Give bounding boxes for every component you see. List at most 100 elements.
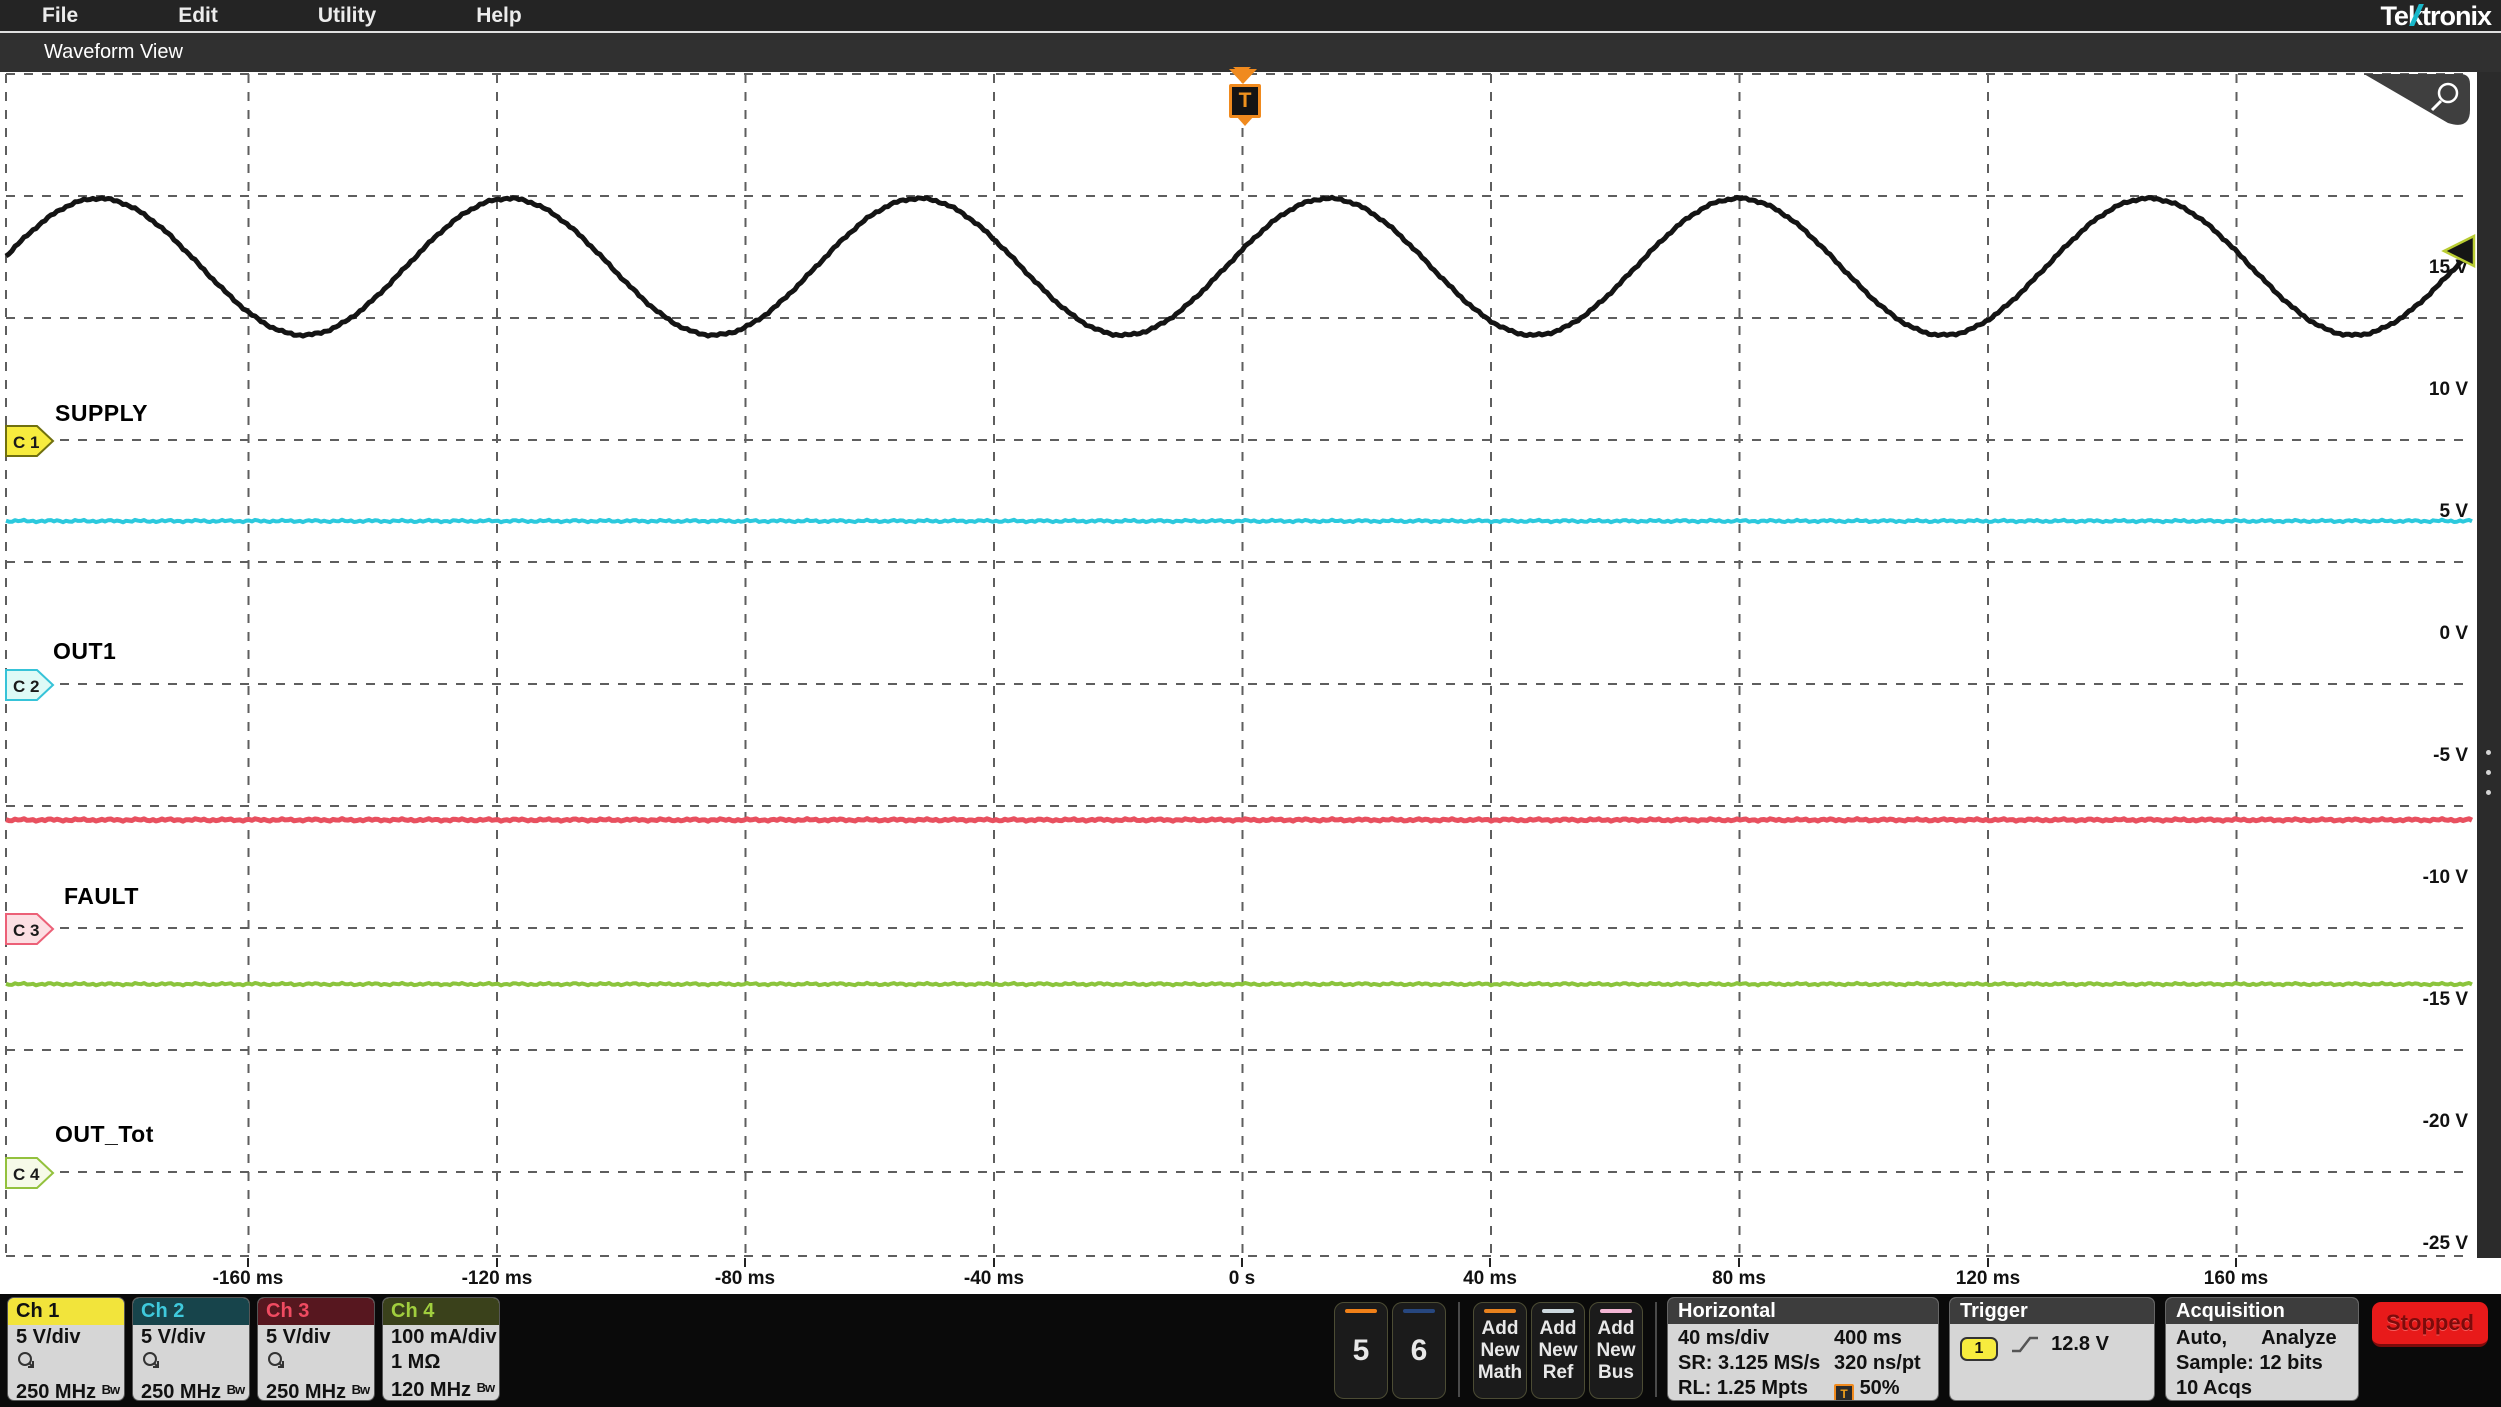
- menu-utility[interactable]: Utility: [318, 4, 376, 28]
- acquisition-mode: Auto,: [2176, 1327, 2228, 1349]
- sample-rate: SR: 3.125 MS/s: [1678, 1352, 1821, 1374]
- timebase-value: 40 ms/div: [1678, 1327, 1770, 1349]
- menu-bar: File Edit Utility Help Tektronix: [0, 0, 2501, 31]
- ch4-badge[interactable]: Ch 4 100 mA/div 1 MΩ 120 MHz Bw: [383, 1298, 499, 1400]
- svg-text:C 4: C 4: [13, 1165, 40, 1184]
- ch3-badge[interactable]: Ch 3 5 V/div 250 MHz Bw: [258, 1298, 374, 1400]
- scale-label-n20v: -20 V: [2422, 1111, 2468, 1132]
- slot-6-button[interactable]: 6: [1392, 1302, 1446, 1399]
- bw-limit-icon: Bw: [226, 1382, 245, 1397]
- trigger-level-arrow-icon[interactable]: [2441, 233, 2477, 269]
- ch4-bandwidth: 120 MHz: [391, 1379, 472, 1400]
- probe-icon: [258, 1350, 374, 1377]
- ch2-position-marker[interactable]: C 2: [4, 668, 56, 702]
- ch4-scale: 100 mA/div: [391, 1326, 497, 1348]
- ch1-badge[interactable]: Ch 1 5 V/div 250 MHz Bw: [8, 1298, 124, 1400]
- divider: [1458, 1302, 1460, 1397]
- acquisition-panel-title: Acquisition: [2166, 1298, 2358, 1324]
- ch3-position-marker[interactable]: C 3: [4, 912, 56, 946]
- run-stop-status-button[interactable]: Stopped: [2372, 1302, 2488, 1347]
- time-tick: [744, 1258, 746, 1267]
- ch2-badge-header: Ch 2: [133, 1298, 249, 1325]
- time-label: -160 ms: [212, 1268, 284, 1289]
- horizontal-panel[interactable]: Horizontal 40 ms/div 400 ms SR: 3.125 MS/…: [1668, 1298, 1938, 1400]
- add-new-math-button[interactable]: Add New Math: [1473, 1302, 1527, 1399]
- menu-file[interactable]: File: [42, 4, 78, 28]
- ch1-bandwidth: 250 MHz: [16, 1381, 97, 1400]
- time-label: -40 ms: [963, 1268, 1025, 1289]
- svg-text:C 1: C 1: [13, 433, 39, 452]
- trigger-marker-tail: [1236, 116, 1254, 126]
- add-new-bus-button[interactable]: Add New Bus: [1589, 1302, 1643, 1399]
- ch4-waveform-label[interactable]: OUT_Tot: [55, 1121, 154, 1148]
- scale-label-n10v: -10 V: [2422, 867, 2468, 888]
- trigger-source-badge: 1: [1960, 1337, 1998, 1361]
- bottom-settings-bar: Ch 1 5 V/div 250 MHz Bw Ch 2 5 V/div 250…: [0, 1294, 2501, 1407]
- time-label: 0 s: [1228, 1268, 1256, 1289]
- slot-5-button[interactable]: 5: [1334, 1302, 1388, 1399]
- acquisition-count: 10 Acqs: [2176, 1377, 2252, 1399]
- record-duration: 400 ms: [1834, 1327, 1902, 1349]
- time-tick: [1738, 1258, 1740, 1267]
- ch3-scale: 5 V/div: [266, 1326, 331, 1348]
- acquisition-analyze: Analyze: [2261, 1327, 2337, 1349]
- ch1-waveform-label[interactable]: SUPPLY: [55, 400, 148, 427]
- scale-label-10v: 10 V: [2428, 379, 2468, 400]
- time-tick: [2235, 1258, 2237, 1267]
- waveform-display[interactable]: T SUPPLY OUT1 FAULT OUT_Tot C 1 C 2 C 3 …: [0, 69, 2501, 1294]
- ch2-badge[interactable]: Ch 2 5 V/div 250 MHz Bw: [133, 1298, 249, 1400]
- zoom-corner-button[interactable]: [2362, 72, 2474, 134]
- menu-edit[interactable]: Edit: [178, 4, 218, 28]
- ch1-scale: 5 V/div: [16, 1326, 81, 1348]
- scale-label-5v: 5 V: [2439, 501, 2468, 522]
- probe-icon: [8, 1350, 124, 1377]
- trigger-position-mini-icon: T: [1834, 1384, 1854, 1400]
- time-label: -120 ms: [461, 1268, 533, 1289]
- trigger-marker-arrow-icon: [1229, 69, 1257, 84]
- trigger-panel-title: Trigger: [1950, 1298, 2154, 1324]
- waveform-view-bar: Waveform View T: [0, 31, 2501, 99]
- tektronix-logo: Tektronix: [2380, 1, 2492, 31]
- menu-help[interactable]: Help: [476, 4, 522, 28]
- time-tick: [247, 1258, 249, 1267]
- ch2-bandwidth: 250 MHz: [141, 1381, 222, 1400]
- time-label: 40 ms: [1463, 1268, 1517, 1289]
- time-tick: [496, 1258, 498, 1267]
- rising-edge-icon: [2011, 1336, 2038, 1353]
- time-tick: [1987, 1258, 1989, 1267]
- trigger-position-percent: 50%: [1859, 1377, 1900, 1399]
- results-panel-strip[interactable]: [2477, 72, 2501, 1258]
- acquisition-panel[interactable]: Acquisition Auto, Analyze Sample: 12 bits…: [2166, 1298, 2358, 1400]
- scale-label-n25v: -25 V: [2422, 1233, 2468, 1254]
- ch3-waveform-label[interactable]: FAULT: [64, 883, 139, 910]
- ch4-badge-header: Ch 4: [383, 1298, 499, 1325]
- time-tick: [1489, 1258, 1491, 1267]
- trigger-panel[interactable]: Trigger 1 12.8 V: [1950, 1298, 2154, 1400]
- ch2-waveform-label[interactable]: OUT1: [53, 638, 116, 665]
- sample-interval: 320 ns/pt: [1834, 1352, 1921, 1374]
- ch3-bandwidth: 250 MHz: [266, 1381, 347, 1400]
- trigger-marker-flag[interactable]: T: [1229, 84, 1261, 118]
- svg-text:C 3: C 3: [13, 921, 39, 940]
- drag-handle-dots-icon: [2486, 770, 2491, 775]
- bw-limit-icon: Bw: [476, 1380, 495, 1395]
- time-label: 80 ms: [1712, 1268, 1766, 1289]
- ch2-scale: 5 V/div: [141, 1326, 206, 1348]
- ch3-badge-header: Ch 3: [258, 1298, 374, 1325]
- divider: [1655, 1302, 1657, 1397]
- ch4-impedance: 1 MΩ: [391, 1351, 441, 1373]
- ch4-position-marker[interactable]: C 4: [4, 1156, 56, 1190]
- add-new-ref-button[interactable]: Add New Ref: [1531, 1302, 1585, 1399]
- record-length: RL: 1.25 Mpts: [1678, 1377, 1809, 1399]
- trigger-level-value: 12.8 V: [2051, 1333, 2109, 1355]
- scale-label-0v: 0 V: [2439, 623, 2468, 644]
- time-label: 160 ms: [2203, 1268, 2269, 1289]
- time-tick: [993, 1258, 995, 1267]
- ch1-position-marker[interactable]: C 1: [4, 424, 56, 458]
- scale-label-n15v: -15 V: [2422, 989, 2468, 1010]
- drag-handle-dots-icon: [2486, 750, 2491, 755]
- probe-icon: [133, 1350, 249, 1377]
- bw-limit-icon: Bw: [101, 1382, 120, 1397]
- acquisition-sample-bits: Sample: 12 bits: [2176, 1352, 2323, 1374]
- drag-handle-dots-icon: [2486, 790, 2491, 795]
